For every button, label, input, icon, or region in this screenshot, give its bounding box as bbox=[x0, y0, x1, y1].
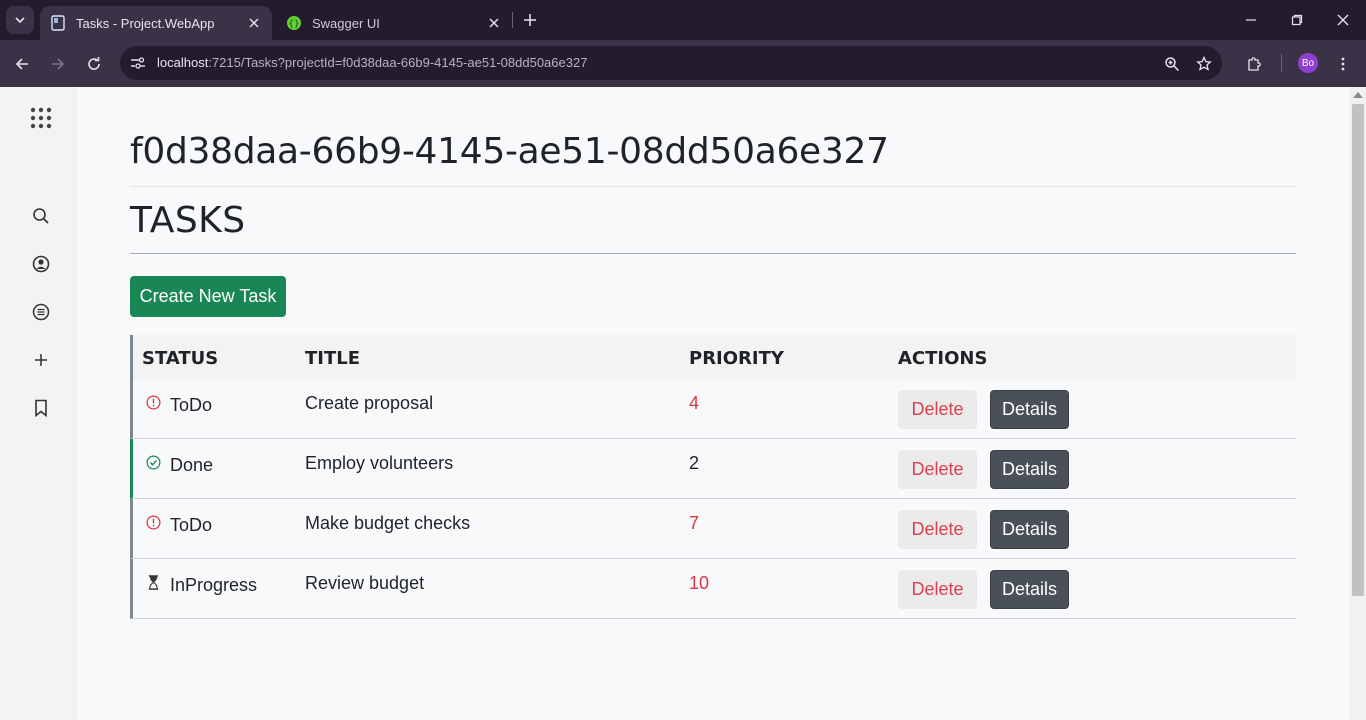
account-icon[interactable] bbox=[28, 251, 54, 277]
star-icon bbox=[1196, 56, 1212, 71]
divider bbox=[130, 186, 1296, 187]
column-header-title: TITLE bbox=[305, 348, 361, 369]
details-button[interactable]: Details bbox=[990, 570, 1069, 609]
site-info-icon[interactable] bbox=[126, 51, 150, 75]
project-id-heading: f0d38daa-66b9-4145-ae51-08dd50a6e327 bbox=[130, 131, 889, 172]
column-header-status: STATUS bbox=[142, 348, 219, 369]
divider bbox=[130, 253, 1296, 254]
profile-avatar[interactable]: Bo bbox=[1298, 53, 1318, 73]
swagger-icon: {} bbox=[286, 15, 302, 31]
table-row: InProgress Review budget 10 Delete Detai… bbox=[130, 559, 1296, 619]
zoom-icon bbox=[1165, 57, 1180, 72]
task-title: Review budget bbox=[305, 573, 425, 593]
tab-swagger[interactable]: {} Swagger UI bbox=[276, 6, 512, 40]
apps-grid-icon[interactable] bbox=[28, 105, 54, 131]
table-header: STATUS TITLE PRIORITY ACTIONS bbox=[130, 335, 1296, 379]
hourglass-icon bbox=[145, 574, 161, 590]
bookmark-star-button[interactable] bbox=[1190, 50, 1218, 78]
maximize-button[interactable] bbox=[1274, 0, 1320, 40]
forward-button[interactable] bbox=[44, 50, 72, 78]
new-tab-button[interactable] bbox=[518, 8, 542, 32]
task-priority: 10 bbox=[689, 573, 710, 593]
details-button[interactable]: Details bbox=[990, 450, 1069, 489]
reload-button[interactable] bbox=[80, 50, 108, 78]
tasks-table: STATUS TITLE PRIORITY ACTIONS ToDo Creat… bbox=[130, 335, 1296, 619]
close-icon[interactable] bbox=[246, 15, 262, 31]
bookmark-icon[interactable] bbox=[28, 395, 54, 421]
task-priority: 4 bbox=[689, 393, 700, 413]
alert-circle-icon bbox=[145, 514, 161, 530]
minimize-icon bbox=[1246, 19, 1256, 21]
arrow-right-icon bbox=[52, 58, 65, 70]
page-icon bbox=[50, 15, 66, 31]
app-sidebar bbox=[0, 87, 77, 720]
task-title: Create proposal bbox=[305, 393, 434, 413]
scroll-thumb[interactable] bbox=[1352, 104, 1364, 596]
scroll-up-arrow[interactable] bbox=[1353, 92, 1363, 98]
reload-icon bbox=[88, 57, 100, 70]
tab-tasks[interactable]: Tasks - Project.WebApp bbox=[40, 6, 272, 40]
task-priority: 2 bbox=[689, 453, 700, 473]
browser-titlebar: Tasks - Project.WebApp {} Swagger UI bbox=[0, 0, 1366, 40]
table-row: ToDo Create proposal 4 Delete Details bbox=[130, 379, 1296, 439]
delete-button[interactable]: Delete bbox=[898, 450, 977, 489]
window-close-button[interactable] bbox=[1320, 0, 1366, 40]
zoom-button[interactable] bbox=[1158, 50, 1186, 78]
details-button[interactable]: Details bbox=[990, 390, 1069, 429]
list-icon[interactable] bbox=[28, 299, 54, 325]
status-text: InProgress bbox=[170, 575, 258, 595]
column-header-actions: ACTIONS bbox=[898, 348, 988, 369]
delete-button[interactable]: Delete bbox=[898, 510, 977, 549]
search-icon[interactable] bbox=[28, 203, 54, 229]
tab-label: Swagger UI bbox=[312, 15, 380, 31]
tab-label: Tasks - Project.WebApp bbox=[76, 15, 215, 31]
status-text: ToDo bbox=[170, 395, 213, 415]
tab-separator bbox=[512, 12, 513, 28]
tab-search-button[interactable] bbox=[6, 6, 34, 34]
address-bar[interactable]: localhost:7215/Tasks?projectId=f0d38daa-… bbox=[120, 46, 1222, 80]
delete-button[interactable]: Delete bbox=[898, 570, 977, 609]
minimize-button[interactable] bbox=[1228, 0, 1274, 40]
toolbar-separator bbox=[1281, 54, 1282, 72]
page-title: TASKS bbox=[130, 200, 246, 241]
url-path: :7215/Tasks?projectId=f0d38daa-66b9-4145… bbox=[208, 55, 588, 70]
table-row: Done Employ volunteers 2 Delete Details bbox=[130, 439, 1296, 499]
svg-text:{}: {} bbox=[288, 20, 299, 30]
close-icon bbox=[1337, 14, 1349, 26]
menu-button[interactable] bbox=[1329, 50, 1357, 78]
task-priority: 7 bbox=[689, 513, 700, 533]
check-circle-icon bbox=[145, 454, 161, 470]
arrow-left-icon bbox=[15, 58, 28, 70]
delete-button[interactable]: Delete bbox=[898, 390, 977, 429]
details-button[interactable]: Details bbox=[990, 510, 1069, 549]
more-vertical-icon bbox=[1341, 57, 1345, 71]
chevron-down-icon bbox=[15, 17, 25, 24]
alert-circle-icon bbox=[145, 394, 161, 410]
plus-icon bbox=[524, 14, 536, 26]
extensions-button[interactable] bbox=[1240, 50, 1268, 78]
back-button[interactable] bbox=[8, 50, 36, 78]
create-task-button[interactable]: Create New Task bbox=[130, 276, 286, 317]
url-host: localhost bbox=[157, 55, 209, 70]
plus-icon[interactable] bbox=[28, 347, 54, 373]
table-row: ToDo Make budget checks 7 Delete Details bbox=[130, 499, 1296, 559]
status-text: Done bbox=[170, 455, 214, 475]
restore-icon bbox=[1291, 14, 1303, 26]
task-title: Make budget checks bbox=[305, 513, 471, 533]
column-header-priority: PRIORITY bbox=[689, 348, 784, 369]
url-text: localhost:7215/Tasks?projectId=f0d38daa-… bbox=[157, 55, 587, 70]
browser-toolbar: localhost:7215/Tasks?projectId=f0d38daa-… bbox=[0, 40, 1366, 87]
status-text: ToDo bbox=[170, 515, 213, 535]
puzzle-icon bbox=[1248, 57, 1261, 71]
task-title: Employ volunteers bbox=[305, 453, 454, 473]
close-icon[interactable] bbox=[486, 15, 502, 31]
